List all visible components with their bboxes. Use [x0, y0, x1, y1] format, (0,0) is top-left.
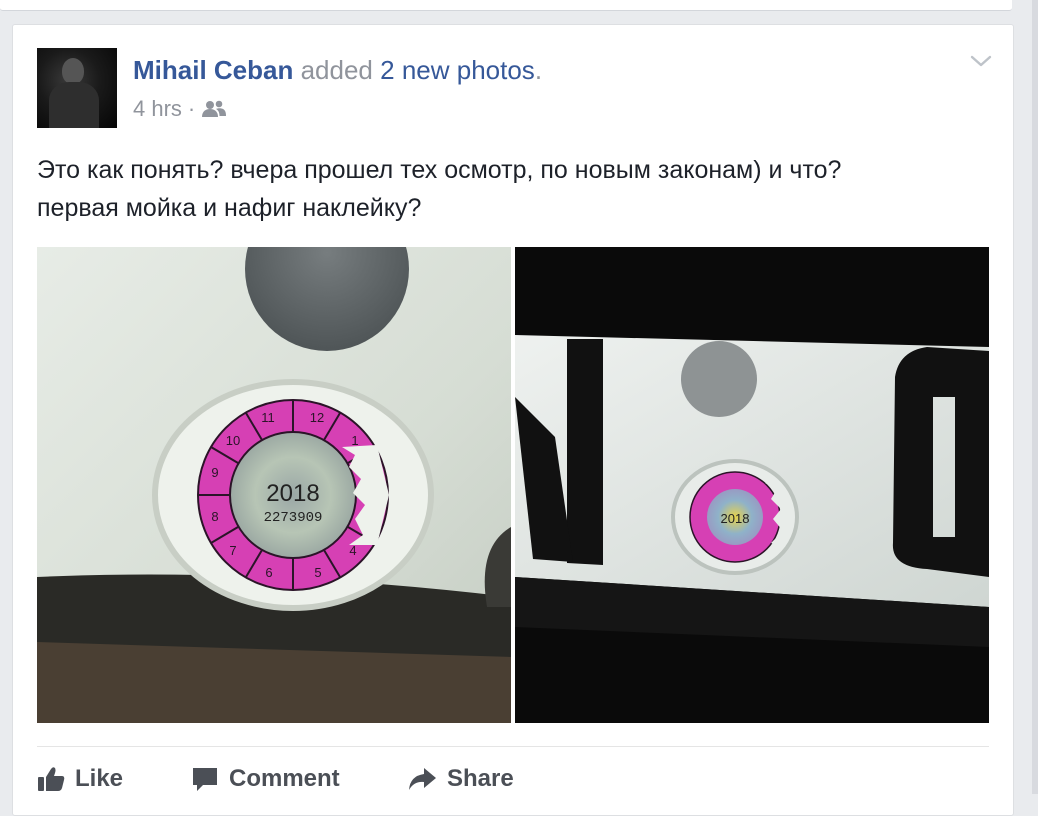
post-header: Mihail Ceban added 2 new photos. [133, 55, 542, 85]
post-actions: Like Comment Share [37, 761, 537, 797]
month-label: 4 [349, 543, 356, 558]
month-label: 5 [314, 565, 321, 580]
month-label: 9 [211, 465, 218, 480]
sticker-year: 2018 [721, 511, 750, 526]
thumbs-up-icon [38, 767, 65, 791]
chevron-down-icon[interactable] [969, 53, 993, 69]
feed-post: Mihail Ceban added 2 new photos. 4 hrs ·… [12, 24, 1014, 816]
actions-divider [37, 746, 989, 747]
photo-1-image: 11 12 1 2 3 4 5 6 7 8 9 10 2018 2273909 [37, 247, 511, 723]
scrollbar-track[interactable] [1032, 0, 1038, 794]
month-label: 6 [265, 565, 272, 580]
share-icon [409, 768, 436, 790]
photo-1[interactable]: 11 12 1 2 3 4 5 6 7 8 9 10 2018 2273909 [37, 247, 511, 723]
comment-button[interactable]: Comment [191, 765, 407, 793]
friends-icon[interactable] [201, 99, 227, 119]
meta-separator: · [187, 96, 196, 121]
timestamp-link[interactable]: 4 hrs [133, 95, 182, 123]
share-label: Share [447, 765, 514, 792]
avatar-figure-head [62, 58, 84, 84]
month-label: 11 [261, 410, 275, 425]
previous-card-edge [0, 0, 1012, 11]
photos-link[interactable]: 2 new photos [380, 55, 535, 85]
photo-2[interactable]: 2018 [515, 247, 989, 723]
like-button[interactable]: Like [37, 765, 191, 793]
comment-label: Comment [229, 765, 340, 792]
comment-icon [193, 768, 217, 791]
author-link[interactable]: Mihail Ceban [133, 55, 293, 85]
month-label: 12 [310, 410, 324, 425]
post-text-line: Это как понять? вчера прошел тех осмотр,… [37, 156, 842, 184]
month-label: 8 [211, 509, 218, 524]
sticker-year: 2018 [266, 480, 319, 507]
photo-2-image: 2018 [515, 247, 989, 723]
post-meta: 4 hrs · [133, 95, 227, 123]
avatar-figure-body [49, 82, 99, 128]
month-label: 7 [229, 543, 236, 558]
post-verb: added [300, 55, 373, 85]
header-period: . [534, 55, 543, 85]
month-label: 1 [351, 433, 358, 448]
post-text-line: первая мойка и нафиг наклейку? [37, 194, 422, 222]
post-text: Это как понять? вчера прошел тех осмотр,… [37, 151, 987, 227]
avatar[interactable] [37, 48, 117, 128]
sticker-number: 2273909 [264, 510, 323, 526]
like-label: Like [75, 765, 124, 792]
month-label: 10 [226, 433, 240, 448]
share-button[interactable]: Share [407, 765, 537, 793]
